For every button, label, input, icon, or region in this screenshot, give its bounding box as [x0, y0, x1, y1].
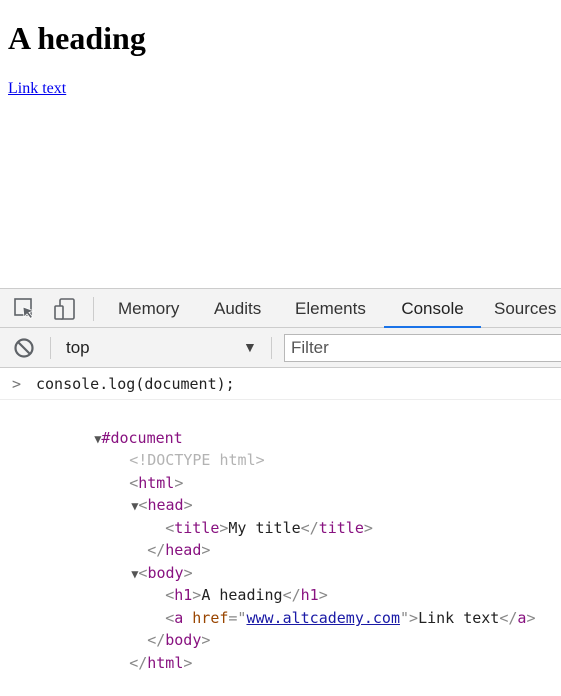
tree-node-html[interactable]: <html>: [75, 450, 183, 492]
tree-node-h1[interactable]: <h1>A heading</h1>: [111, 562, 328, 604]
tree-node-body[interactable]: ▼<body>: [77, 540, 192, 582]
tree-node-head[interactable]: ▼<head>: [77, 472, 192, 514]
title-text: My title: [228, 519, 301, 537]
rendered-page: A heading Link text: [0, 0, 561, 288]
tree-node-html-close[interactable]: </html>: [75, 630, 192, 672]
tab-audits[interactable]: Audits: [214, 289, 261, 328]
attr-value-link[interactable]: www.altcademy.com: [246, 609, 400, 627]
page-heading: A heading: [8, 20, 146, 56]
tree-node-body-close[interactable]: </body>: [93, 607, 210, 649]
devtools-panel: Memory Audits Elements Console Sources t…: [0, 288, 561, 672]
tree-node-head-close[interactable]: </head>: [93, 517, 210, 559]
console-command: console.log(document);: [36, 375, 235, 393]
toolbar-divider: [50, 337, 51, 359]
console-command-row: > console.log(document);: [0, 368, 561, 400]
tab-sources[interactable]: Sources: [494, 289, 556, 328]
context-dropdown-arrow-icon[interactable]: ▼: [243, 328, 257, 367]
tag-name: html: [147, 654, 184, 672]
tab-elements[interactable]: Elements: [295, 289, 366, 328]
tag-name: title: [318, 519, 364, 537]
page-link[interactable]: Link text: [8, 80, 66, 98]
console-toolbar: top ▼: [0, 328, 561, 368]
devtools-tabbar: Memory Audits Elements Console Sources: [0, 288, 561, 328]
a-text: Link text: [418, 609, 500, 627]
filter-input[interactable]: [284, 334, 561, 362]
tab-console[interactable]: Console: [384, 289, 481, 328]
tree-node-a[interactable]: <a href="www.altcademy.com">Link text</a…: [111, 585, 535, 627]
tree-node-doctype[interactable]: <!DOCTYPE html>: [75, 427, 264, 469]
device-toolbar-icon[interactable]: [53, 297, 77, 321]
tab-memory[interactable]: Memory: [118, 289, 179, 328]
tabbar-divider: [93, 297, 94, 321]
console-output: > console.log(document); ▼#document <!DO…: [0, 368, 561, 672]
inspect-element-icon[interactable]: [13, 297, 37, 321]
clear-console-icon[interactable]: [13, 337, 35, 359]
tree-node-document[interactable]: ▼#document: [40, 405, 183, 447]
toolbar-divider: [271, 337, 272, 359]
prompt-chevron-icon: >: [12, 375, 22, 393]
context-selector[interactable]: top: [66, 328, 90, 367]
tree-node-title[interactable]: <title>My title</title>: [111, 495, 373, 537]
